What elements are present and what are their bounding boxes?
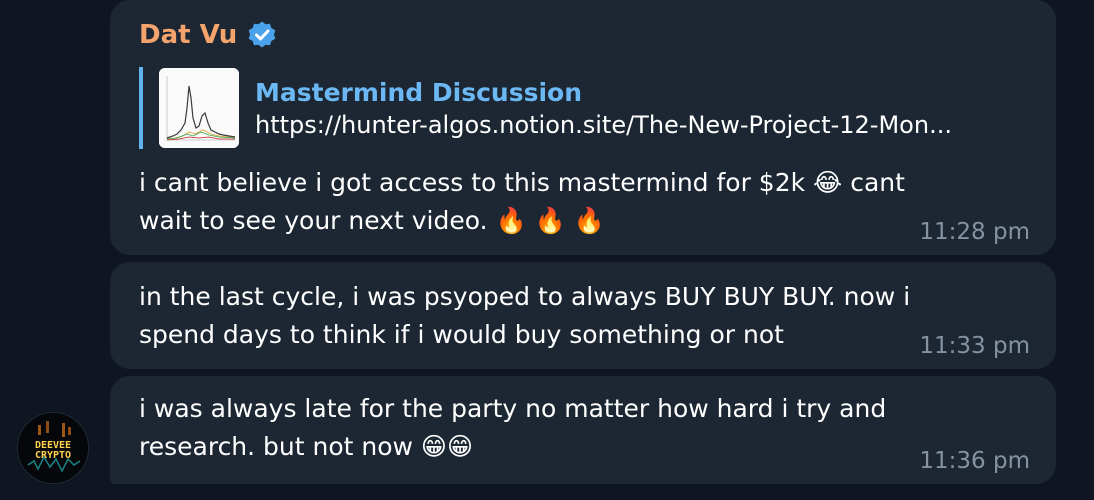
chart-thumbnail-icon (159, 68, 239, 148)
message-timestamp: 11:36 pm (919, 448, 1030, 474)
message-bubble[interactable]: in the last cycle, i was psyoped to alwa… (110, 262, 1056, 369)
message-text: i cant believe i got access to this mast… (139, 168, 905, 235)
message-text: in the last cycle, i was psyoped to alwa… (139, 282, 911, 349)
message-text: i was always late for the party no matte… (139, 394, 887, 461)
message-bubble[interactable]: Dat Vu Mastermind Discussion https://hun… (110, 0, 1056, 255)
message-timestamp: 11:28 pm (919, 219, 1030, 245)
link-preview-url[interactable]: https://hunter-algos.notion.site/The-New… (255, 111, 952, 139)
avatar[interactable]: DEEVEE CRYPTO (17, 412, 89, 484)
sender-name-label[interactable]: Dat Vu (139, 20, 237, 50)
avatar-line-2: CRYPTO (34, 450, 72, 461)
link-preview-title[interactable]: Mastermind Discussion (255, 78, 952, 107)
verified-badge-icon (249, 21, 276, 48)
link-preview[interactable]: Mastermind Discussion https://hunter-alg… (139, 67, 1039, 149)
link-preview-thumbnail[interactable] (159, 68, 239, 148)
message-timestamp: 11:33 pm (919, 333, 1030, 359)
sender-name[interactable]: Dat Vu (139, 20, 277, 50)
message-bubble[interactable]: i was always late for the party no matte… (110, 376, 1056, 484)
